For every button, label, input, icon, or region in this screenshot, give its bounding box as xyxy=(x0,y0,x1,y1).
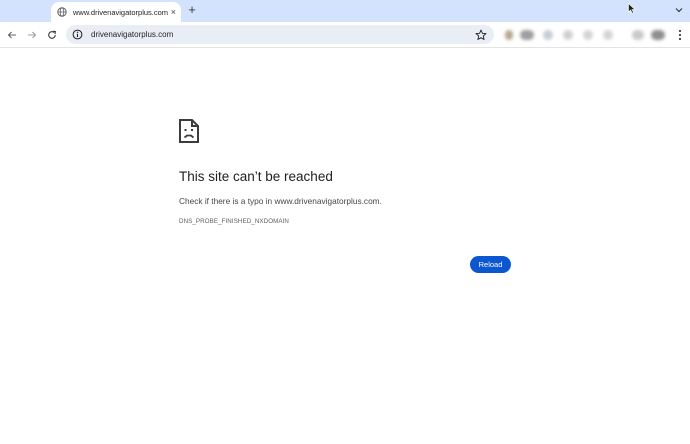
info-icon[interactable] xyxy=(72,29,83,40)
forward-arrow-icon xyxy=(27,30,37,40)
error-title: This site can’t be reached xyxy=(179,169,333,184)
new-tab-button[interactable]: + xyxy=(185,3,199,17)
tab-active[interactable]: www.drivenavigatorplus.com × xyxy=(51,2,181,22)
chevron-down-icon xyxy=(675,7,683,13)
reload-icon xyxy=(47,30,57,40)
extension-icon[interactable] xyxy=(563,30,573,40)
tab-title: www.drivenavigatorplus.com xyxy=(73,7,168,17)
reload-page-button[interactable]: Reload xyxy=(470,256,511,273)
extension-icon[interactable] xyxy=(603,30,613,40)
profile-avatar[interactable] xyxy=(651,30,665,40)
back-button[interactable] xyxy=(5,28,19,42)
reload-button[interactable] xyxy=(45,28,59,42)
back-arrow-icon xyxy=(7,30,17,40)
url-text[interactable]: drivenavigatorplus.com xyxy=(91,30,475,39)
tab-search-button[interactable] xyxy=(673,4,685,16)
forward-button[interactable] xyxy=(25,28,39,42)
sad-document-icon xyxy=(178,118,200,144)
mouse-cursor-icon xyxy=(628,1,636,14)
extension-icon[interactable] xyxy=(583,30,593,40)
address-bar[interactable]: drivenavigatorplus.com xyxy=(66,25,494,44)
extension-icon[interactable] xyxy=(543,30,553,40)
extension-icon[interactable] xyxy=(520,30,534,40)
star-icon[interactable] xyxy=(475,29,487,41)
tab-strip: www.drivenavigatorplus.com × + xyxy=(0,0,690,22)
extension-icon[interactable] xyxy=(505,30,513,40)
globe-icon xyxy=(57,7,67,17)
menu-button[interactable] xyxy=(675,28,685,42)
tab-close-button[interactable]: × xyxy=(171,7,176,17)
error-suggestion: Check if there is a typo in www.drivenav… xyxy=(179,196,382,206)
toolbar: drivenavigatorplus.com xyxy=(0,22,690,48)
error-code: DNS_PROBE_FINISHED_NXDOMAIN xyxy=(179,218,289,225)
extension-icon[interactable] xyxy=(632,30,644,40)
three-dots-icon xyxy=(678,29,682,41)
